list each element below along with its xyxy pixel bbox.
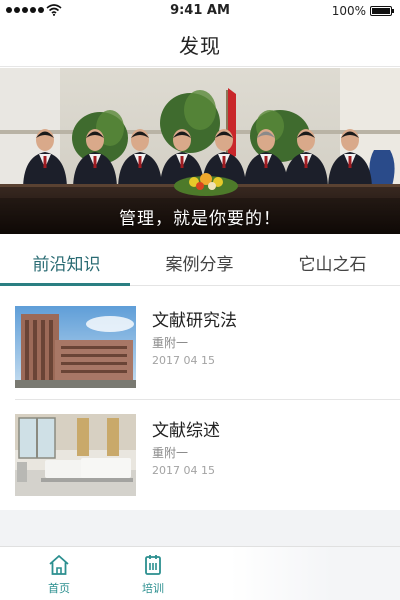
battery-percent: 100% [331,4,366,18]
tabbar-label-training: 培训 [142,582,164,595]
home-icon [49,555,69,575]
category-tabs: 前沿知识 案例分享 它山之石 [0,236,400,286]
article-date: 2017 04 15 [152,464,215,477]
article-author: 重附一 [152,446,189,460]
tab-bar-fade [230,547,400,600]
article-title: 文献研究法 [152,311,237,331]
training-icon [145,555,161,575]
battery-icon [370,6,394,16]
page-title: 发现 [179,34,221,58]
banner[interactable]: 管理，就是你要的！ [0,68,400,234]
active-tab-indicator [0,283,130,286]
article-date: 2017 04 15 [152,354,215,367]
article-title: 文献综述 [152,421,220,441]
tabbar-label-home: 首页 [48,582,70,595]
tabbar-item-home[interactable]: 首页 [34,553,84,596]
article-thumbnail [15,306,136,388]
battery-fill [372,8,390,14]
list-item[interactable]: 文献研究法 重附一 2017 04 15 [0,290,400,398]
banner-caption: 管理，就是你要的！ [119,209,281,229]
status-bar: 9:41 AM 100% [0,0,400,22]
article-author: 重附一 [152,336,189,350]
tab-case-sharing[interactable]: 案例分享 [133,250,266,275]
list-item[interactable]: 文献综述 重附一 2017 04 15 [0,400,400,508]
tabbar-item-training[interactable]: 培训 [128,553,178,596]
list-footer-spacer [0,510,400,546]
article-thumbnail [15,414,136,496]
tab-other-mountain-stones[interactable]: 它山之石 [266,250,399,275]
nav-bar: 发现 [0,22,400,67]
tab-frontier-knowledge[interactable]: 前沿知识 [0,250,133,275]
bottom-tab-bar: 首页 培训 [0,546,400,600]
